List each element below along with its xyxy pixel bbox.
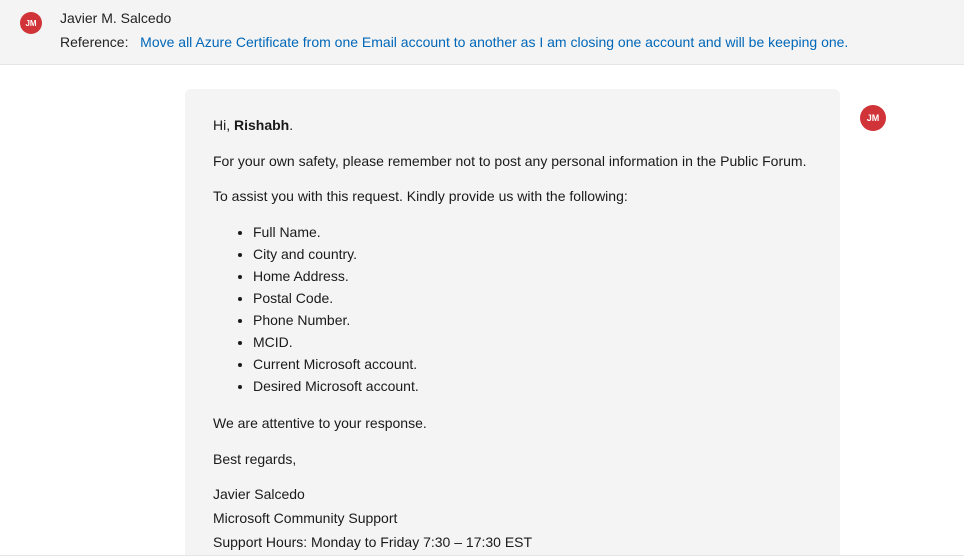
list-item: Full Name. (253, 222, 812, 243)
signature-hours: Support Hours: Monday to Friday 7:30 – 1… (213, 532, 812, 554)
list-item: MCID. (253, 332, 812, 353)
post-wrap: Hi, Rishabh. For your own safety, please… (0, 79, 964, 556)
post-greeting: Hi, Rishabh. (213, 115, 812, 137)
author-avatar: JM (20, 12, 42, 34)
greeting-prefix: Hi, (213, 117, 234, 133)
post-closing: Best regards, (213, 449, 812, 471)
post-assist-line: To assist you with this request. Kindly … (213, 186, 812, 208)
list-item: City and country. (253, 244, 812, 265)
list-item: Desired Microsoft account. (253, 376, 812, 397)
list-item: Home Address. (253, 266, 812, 287)
author-name: Javier M. Salcedo (60, 10, 944, 26)
reference-link[interactable]: Move all Azure Certificate from one Emai… (140, 34, 848, 50)
list-item: Postal Code. (253, 288, 812, 309)
post-attentive-line: We are attentive to your response. (213, 413, 812, 435)
list-item: Current Microsoft account. (253, 354, 812, 375)
post-scroll-area[interactable]: Hi, Rishabh. For your own safety, please… (0, 78, 964, 556)
reference-label: Reference: (60, 34, 128, 50)
thread-header: JM Javier M. Salcedo Reference: Move all… (0, 0, 964, 65)
greeting-name: Rishabh (234, 117, 289, 133)
reference-line: Reference: Move all Azure Certificate fr… (60, 34, 944, 50)
greeting-suffix: . (289, 117, 293, 133)
post-required-list: Full Name. City and country. Home Addres… (213, 222, 812, 397)
post-author-avatar: JM (860, 105, 886, 131)
post-safety-line: For your own safety, please remember not… (213, 151, 812, 173)
list-item: Phone Number. (253, 310, 812, 331)
header-text: Javier M. Salcedo Reference: Move all Az… (60, 10, 944, 50)
signature-role: Microsoft Community Support (213, 508, 812, 530)
signature-name: Javier Salcedo (213, 484, 812, 506)
post-body: Hi, Rishabh. For your own safety, please… (185, 89, 840, 556)
